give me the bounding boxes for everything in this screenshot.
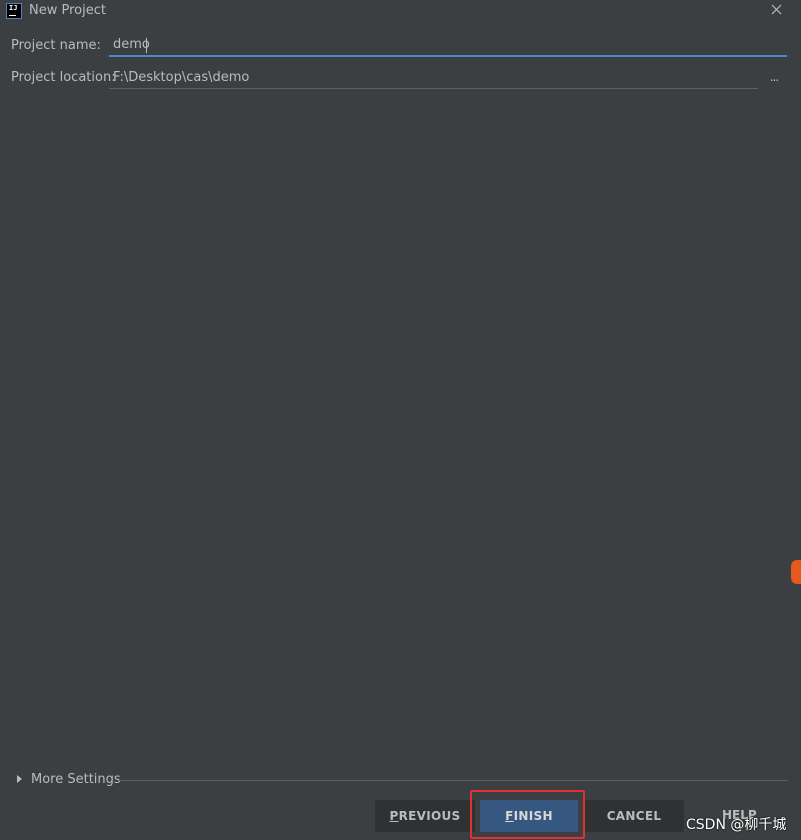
window-title: New Project — [29, 3, 106, 18]
finish-highlight-box — [470, 790, 585, 839]
text-caret — [146, 38, 147, 53]
project-name-input[interactable] — [109, 35, 787, 57]
csdn-watermark: CSDN @柳千城 — [686, 817, 787, 833]
expand-triangle-icon — [17, 775, 22, 783]
title-bar: IJ New Project — [0, 0, 801, 24]
previous-button[interactable]: PREVIOUS — [375, 800, 475, 832]
browse-location-button[interactable]: ... — [766, 70, 782, 88]
project-name-label: Project name: — [11, 38, 101, 53]
previous-label: REVIOUS — [398, 809, 461, 823]
side-badge-icon — [791, 560, 801, 584]
project-location-input[interactable] — [109, 67, 758, 89]
cancel-button[interactable]: CANCEL — [584, 800, 684, 832]
previous-mnemonic: P — [389, 809, 399, 823]
intellij-app-icon: IJ — [6, 3, 22, 19]
more-settings-label: More Settings — [31, 772, 121, 787]
close-icon[interactable] — [769, 2, 785, 18]
project-location-label: Project location: — [11, 70, 116, 85]
more-settings-divider — [119, 780, 788, 781]
